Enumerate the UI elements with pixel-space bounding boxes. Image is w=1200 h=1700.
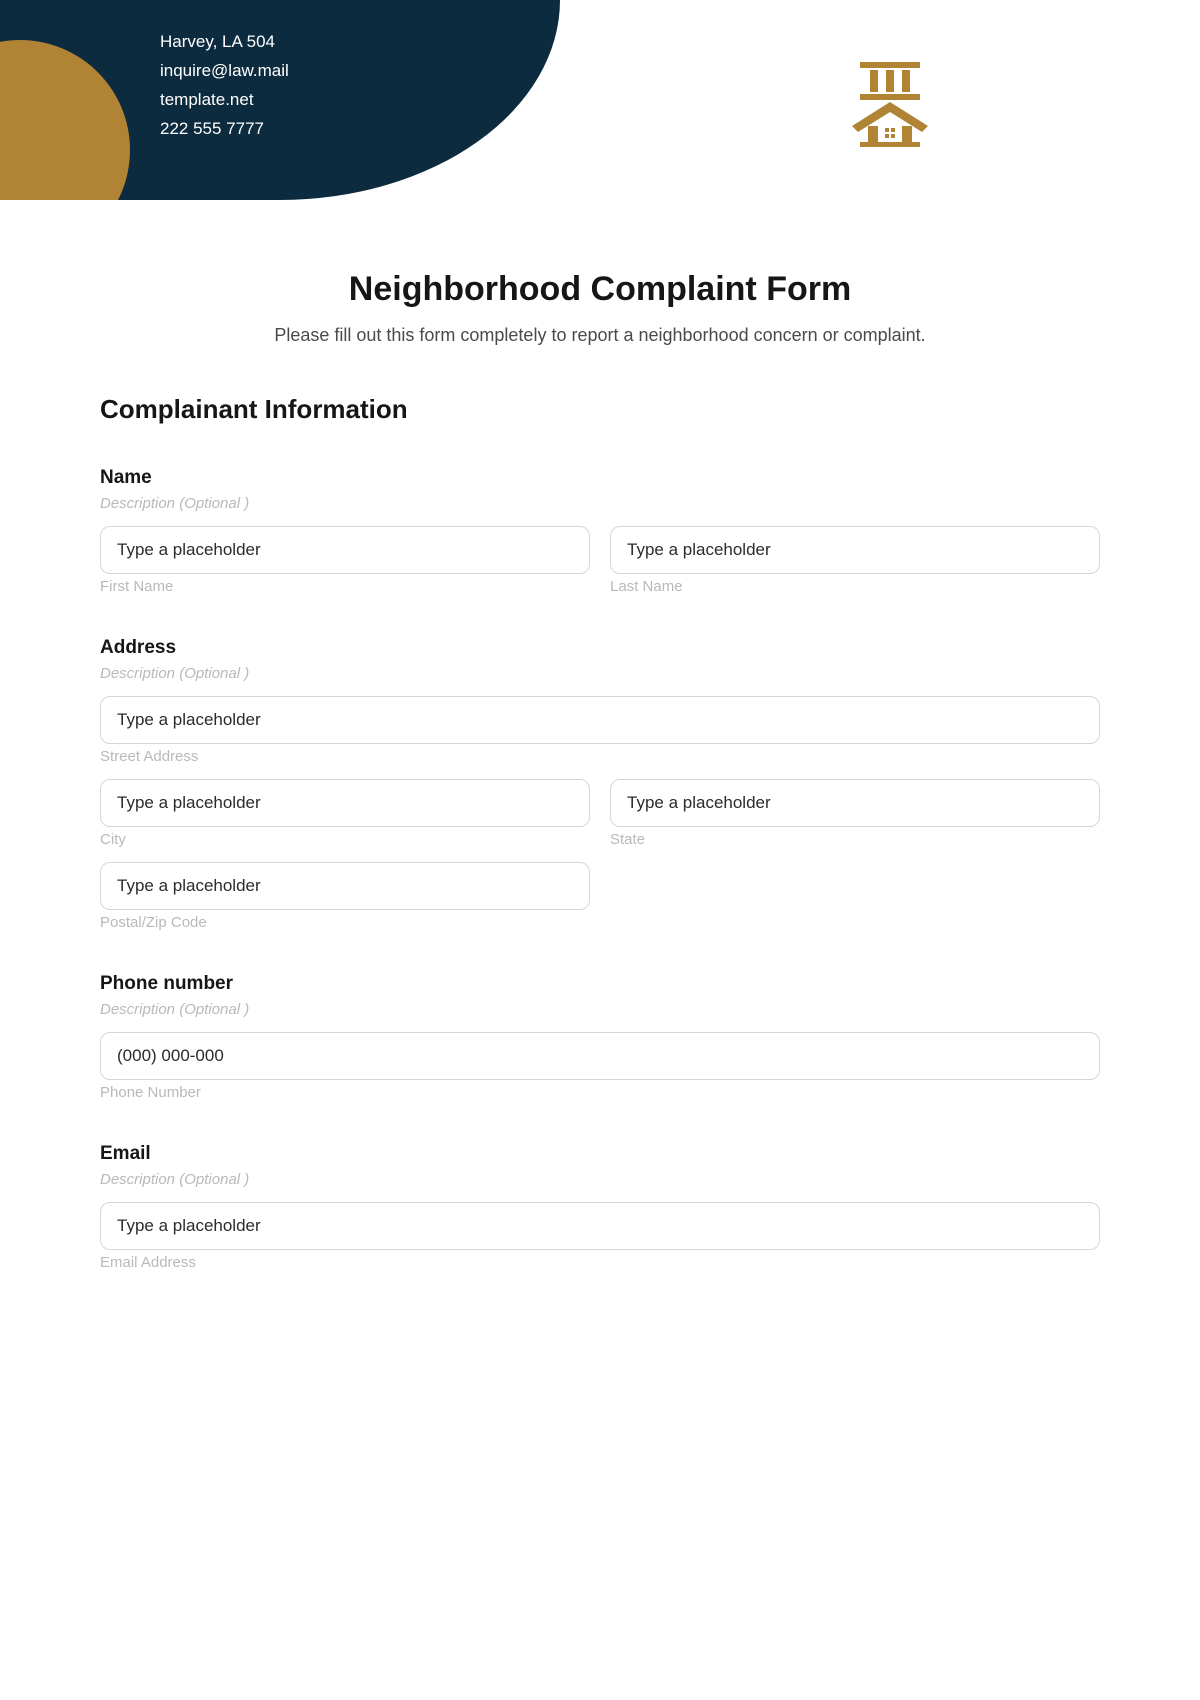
street-sublabel: Street Address [100, 748, 1100, 765]
first-name-sublabel: First Name [100, 578, 590, 595]
header-contact: Harvey, LA 504 inquire@law.mail template… [160, 28, 289, 144]
city-sublabel: City [100, 831, 590, 848]
header: Harvey, LA 504 inquire@law.mail template… [0, 0, 1200, 200]
zip-input[interactable] [100, 862, 590, 910]
email-group: Email Description (Optional ) Email Addr… [100, 1143, 1100, 1271]
contact-line-web: template.net [160, 86, 289, 115]
name-group: Name Description (Optional ) First Name … [100, 467, 1100, 595]
address-group: Address Description (Optional ) Street A… [100, 637, 1100, 931]
email-sublabel: Email Address [100, 1254, 1100, 1271]
email-description: Description (Optional ) [100, 1171, 1100, 1188]
zip-sublabel: Postal/Zip Code [100, 914, 590, 931]
city-input[interactable] [100, 779, 590, 827]
phone-group: Phone number Description (Optional ) Pho… [100, 973, 1100, 1101]
address-description: Description (Optional ) [100, 665, 1100, 682]
first-name-input[interactable] [100, 526, 590, 574]
phone-input[interactable] [100, 1032, 1100, 1080]
contact-line-email: inquire@law.mail [160, 57, 289, 86]
contact-line-phone: 222 555 7777 [160, 115, 289, 144]
state-sublabel: State [610, 831, 1100, 848]
law-building-icon [840, 58, 940, 148]
email-label: Email [100, 1143, 1100, 1165]
phone-description: Description (Optional ) [100, 1001, 1100, 1018]
form-title: Neighborhood Complaint Form [100, 270, 1100, 309]
last-name-sublabel: Last Name [610, 578, 1100, 595]
address-label: Address [100, 637, 1100, 659]
name-label: Name [100, 467, 1100, 489]
phone-label: Phone number [100, 973, 1100, 995]
last-name-input[interactable] [610, 526, 1100, 574]
form-subtitle: Please fill out this form completely to … [100, 325, 1100, 346]
contact-line-address: Harvey, LA 504 [160, 28, 289, 57]
form-content: Neighborhood Complaint Form Please fill … [0, 200, 1200, 1271]
street-input[interactable] [100, 696, 1100, 744]
phone-sublabel: Phone Number [100, 1084, 1100, 1101]
state-input[interactable] [610, 779, 1100, 827]
email-input[interactable] [100, 1202, 1100, 1250]
name-description: Description (Optional ) [100, 495, 1100, 512]
section-heading: Complainant Information [100, 394, 1100, 425]
